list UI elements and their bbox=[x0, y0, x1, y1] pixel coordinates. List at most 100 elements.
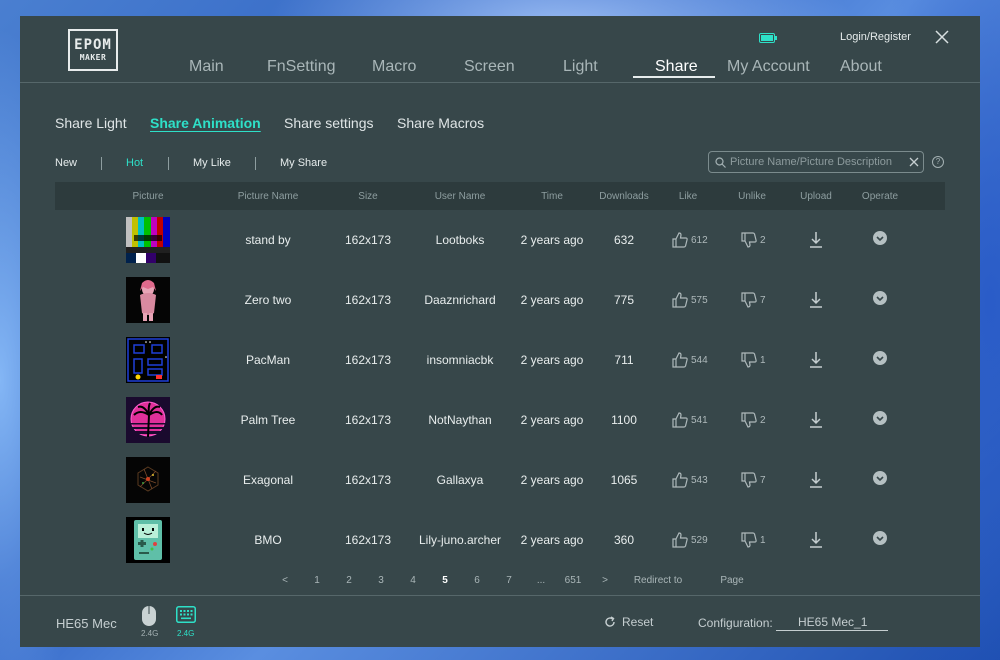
unlike-button[interactable]: 2 bbox=[740, 231, 766, 249]
tab-share-light[interactable]: Share Light bbox=[55, 115, 127, 131]
page-button[interactable]: 1 bbox=[314, 575, 320, 586]
page-button[interactable]: 6 bbox=[474, 575, 480, 586]
chevron-down-icon[interactable] bbox=[873, 351, 887, 365]
clear-search-icon[interactable] bbox=[909, 157, 919, 167]
download-icon[interactable] bbox=[809, 471, 823, 489]
reset-label: Reset bbox=[622, 615, 654, 629]
unlike-button[interactable]: 7 bbox=[740, 471, 766, 489]
download-icon[interactable] bbox=[809, 531, 823, 549]
page-button[interactable]: 7 bbox=[506, 575, 512, 586]
page-button[interactable]: 4 bbox=[410, 575, 416, 586]
nav-active-indicator bbox=[633, 76, 715, 78]
filter-divider bbox=[255, 157, 256, 170]
picture-thumbnail[interactable] bbox=[126, 217, 170, 263]
download-icon[interactable] bbox=[809, 291, 823, 309]
thumbs-down-icon bbox=[741, 412, 757, 428]
like-button[interactable]: 575 bbox=[671, 291, 708, 309]
picture-size: 162x173 bbox=[344, 533, 392, 547]
page-button[interactable]: 3 bbox=[378, 575, 384, 586]
nav-my-account[interactable]: My Account bbox=[727, 58, 810, 76]
next-page-button[interactable]: > bbox=[602, 575, 608, 586]
keyboard-icon[interactable] bbox=[176, 606, 196, 623]
thumbs-up-icon bbox=[672, 292, 688, 308]
like-button[interactable]: 543 bbox=[671, 471, 708, 489]
chevron-down-icon[interactable] bbox=[873, 531, 887, 545]
tab-share-settings[interactable]: Share settings bbox=[284, 115, 374, 131]
chevron-down-icon[interactable] bbox=[873, 471, 887, 485]
like-button[interactable]: 541 bbox=[671, 411, 708, 429]
user-name: Daaznrichard bbox=[424, 293, 496, 307]
download-icon[interactable] bbox=[809, 231, 823, 249]
user-name: Lootboks bbox=[435, 233, 485, 247]
like-count: 541 bbox=[691, 414, 708, 426]
configuration-label: Configuration: bbox=[698, 616, 773, 630]
picture-name: Exagonal bbox=[242, 473, 294, 487]
search-box bbox=[708, 151, 924, 173]
picture-thumbnail[interactable] bbox=[126, 457, 170, 503]
col-picture-name: Picture Name bbox=[237, 191, 299, 202]
like-button[interactable]: 529 bbox=[671, 531, 708, 549]
tab-share-animation[interactable]: Share Animation bbox=[150, 115, 261, 131]
unlike-button[interactable]: 2 bbox=[740, 411, 766, 429]
filter-my-share[interactable]: My Share bbox=[280, 157, 327, 169]
nav-share[interactable]: Share bbox=[655, 58, 698, 76]
col-size: Size bbox=[358, 191, 378, 202]
configuration-selector[interactable]: HE65 Mec_1 bbox=[776, 615, 888, 631]
nav-main[interactable]: Main bbox=[189, 58, 224, 76]
filter-my-like[interactable]: My Like bbox=[193, 157, 231, 169]
upload-time: 2 years ago bbox=[520, 293, 584, 307]
unlike-count: 7 bbox=[760, 294, 766, 306]
mouse-connection-label: 2.4G bbox=[141, 629, 159, 638]
page-button[interactable]: 651 bbox=[565, 575, 582, 586]
col-like: Like bbox=[678, 191, 698, 202]
picture-thumbnail[interactable] bbox=[126, 397, 170, 443]
like-button[interactable]: 612 bbox=[671, 231, 708, 249]
unlike-count: 2 bbox=[760, 414, 766, 426]
unlike-button[interactable]: 7 bbox=[740, 291, 766, 309]
picture-thumbnail[interactable] bbox=[126, 517, 170, 563]
reset-button[interactable]: Reset bbox=[604, 615, 653, 629]
download-icon[interactable] bbox=[809, 351, 823, 369]
mouse-icon[interactable] bbox=[141, 605, 157, 627]
upload-time: 2 years ago bbox=[520, 533, 584, 547]
chevron-down-icon[interactable] bbox=[873, 231, 887, 245]
prev-page-button[interactable]: < bbox=[282, 575, 288, 586]
refresh-icon bbox=[605, 616, 615, 627]
pagination: < 1 2 3 4 5 6 7 ... 651 > Redirect to Pa… bbox=[20, 575, 980, 591]
download-count: 1100 bbox=[611, 413, 637, 427]
like-button[interactable]: 544 bbox=[671, 351, 708, 369]
picture-size: 162x173 bbox=[344, 413, 392, 427]
filter-new[interactable]: New bbox=[55, 157, 77, 169]
logo-line1: EPOM bbox=[74, 37, 112, 53]
unlike-button[interactable]: 1 bbox=[740, 531, 766, 549]
table-row: stand by 162x173 Lootboks 2 years ago 63… bbox=[55, 210, 945, 270]
picture-thumbnail[interactable] bbox=[126, 277, 170, 323]
login-register-link[interactable]: Login/Register bbox=[840, 31, 911, 43]
page-button[interactable]: 2 bbox=[346, 575, 352, 586]
download-icon[interactable] bbox=[809, 411, 823, 429]
search-input[interactable] bbox=[730, 154, 902, 170]
filter-hot[interactable]: Hot bbox=[126, 157, 143, 169]
unlike-button[interactable]: 1 bbox=[740, 351, 766, 369]
download-count: 360 bbox=[613, 533, 635, 547]
nav-fnsetting[interactable]: FnSetting bbox=[267, 58, 335, 76]
download-count: 1065 bbox=[610, 473, 638, 487]
col-unlike: Unlike bbox=[738, 191, 766, 202]
help-icon[interactable]: ? bbox=[932, 156, 944, 168]
nav-screen[interactable]: Screen bbox=[464, 58, 515, 76]
nav-about[interactable]: About bbox=[840, 58, 882, 76]
col-operate: Operate bbox=[861, 191, 899, 202]
chevron-down-icon[interactable] bbox=[873, 291, 887, 305]
thumbs-up-icon bbox=[672, 232, 688, 248]
thumbs-down-icon bbox=[741, 232, 757, 248]
tab-share-macros[interactable]: Share Macros bbox=[397, 115, 484, 131]
chevron-down-icon[interactable] bbox=[873, 411, 887, 425]
picture-thumbnail[interactable] bbox=[126, 337, 170, 383]
like-count: 543 bbox=[691, 474, 708, 486]
page-button-current[interactable]: 5 bbox=[442, 575, 448, 586]
thumbs-down-icon bbox=[741, 472, 757, 488]
close-icon[interactable] bbox=[934, 29, 950, 45]
nav-macro[interactable]: Macro bbox=[372, 58, 416, 76]
nav-light[interactable]: Light bbox=[563, 58, 598, 76]
search-icon bbox=[715, 157, 726, 168]
